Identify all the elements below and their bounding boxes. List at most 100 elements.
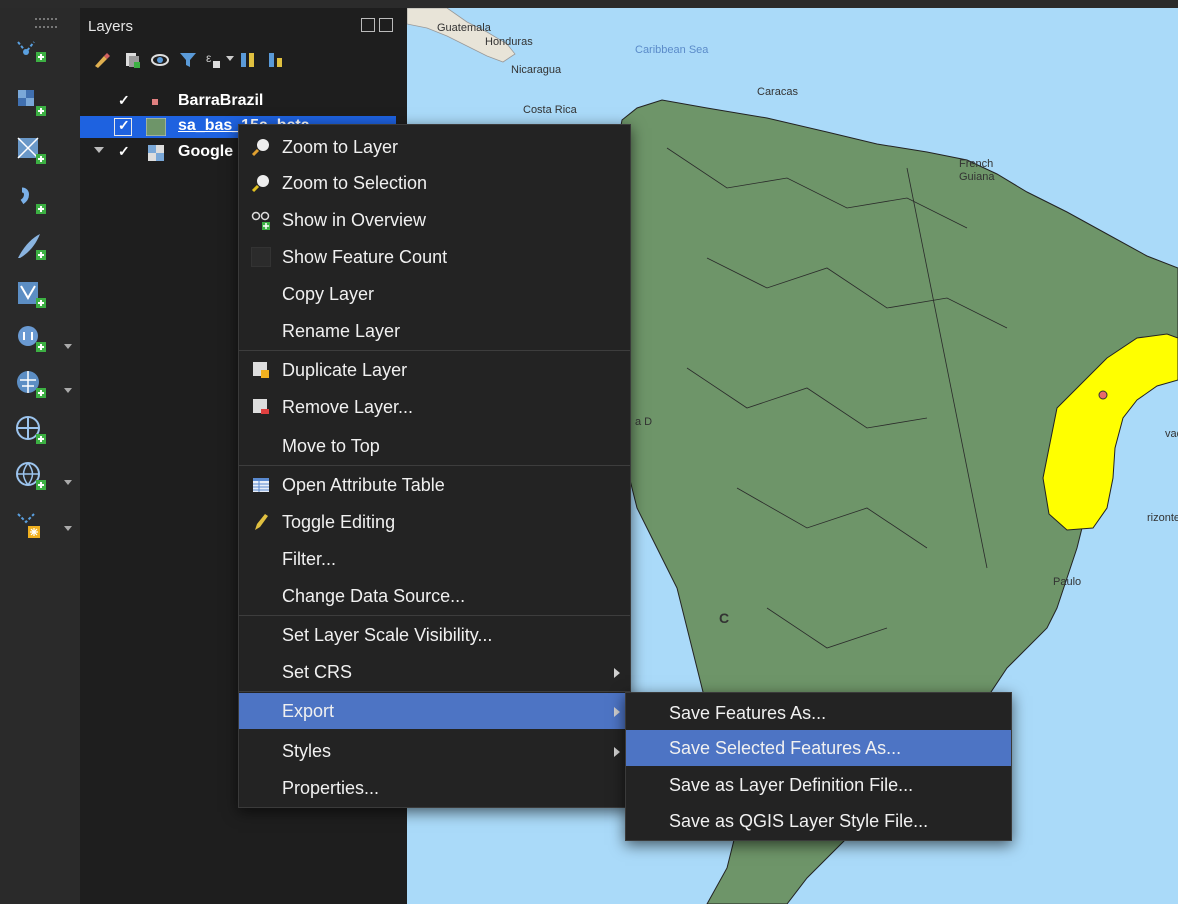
new-temporary-layer-icon[interactable]: [14, 508, 48, 542]
new-layer-icon[interactable]: [14, 32, 48, 66]
submenu-arrow-icon: [614, 707, 620, 717]
menu-separator: [239, 691, 630, 692]
menu-item-toggle-editing[interactable]: Toggle Editing: [239, 504, 630, 540]
add-raster-layer-icon[interactable]: [14, 86, 48, 120]
menu-item-label: Styles: [282, 741, 332, 761]
menu-item-label: Change Data Source...: [282, 586, 466, 606]
submenu-item-save-features-as[interactable]: Save Features As...: [626, 695, 1011, 731]
layer-context-menu: Zoom to Layer Zoom to Selection Show in …: [238, 124, 631, 808]
menu-item-label: Rename Layer: [282, 321, 401, 341]
add-wcs-layer-icon[interactable]: [14, 460, 48, 494]
menu-item-label: Set CRS: [282, 662, 353, 682]
zoom-layer-icon: [251, 139, 269, 157]
submenu-item-save-as-layer-definition-file[interactable]: Save as Layer Definition File...: [626, 767, 1011, 803]
menu-item-set-crs[interactable]: Set CRS: [239, 654, 630, 690]
data-source-toolbar: [0, 8, 81, 904]
postgis-dropdown-arrow[interactable]: [64, 344, 72, 349]
layer-visibility-checkbox[interactable]: ✓: [118, 144, 132, 158]
map-label-horizonte: rizonte: [1147, 512, 1178, 524]
collapse-all-icon[interactable]: [266, 50, 286, 70]
svg-text:ε: ε: [206, 51, 212, 65]
menu-item-label: Zoom to Layer: [282, 137, 399, 157]
submenu-item-label: Save Features As...: [669, 703, 827, 723]
menu-item-set-layer-scale-visibility[interactable]: Set Layer Scale Visibility...: [239, 617, 630, 653]
menu-item-open-attribute-table[interactable]: Open Attribute Table: [239, 467, 630, 503]
duplicate-icon: [253, 362, 269, 378]
menu-item-properties[interactable]: Properties...: [239, 770, 630, 806]
menu-item-styles[interactable]: Styles: [239, 733, 630, 769]
submenu-arrow-icon: [614, 668, 620, 678]
menu-separator: [239, 615, 630, 616]
map-label-paulo: Paulo: [1053, 576, 1082, 588]
layer-row-barrabrazil[interactable]: ✓ BarraBrazil: [80, 91, 396, 113]
menu-item-filter[interactable]: Filter...: [239, 541, 630, 577]
table-icon: [253, 478, 269, 492]
checkmark-icon: ✓: [118, 117, 130, 133]
style-manager-icon[interactable]: [92, 50, 112, 70]
menu-item-label: Duplicate Layer: [282, 360, 408, 380]
point-symbol-icon: [152, 99, 158, 105]
submenu-arrow-icon: [614, 747, 620, 757]
zoom-selection-icon: [251, 175, 269, 193]
close-panel-icon[interactable]: [379, 18, 393, 32]
add-spatialite-icon[interactable]: [14, 230, 48, 264]
menu-item-rename-layer[interactable]: Rename Layer: [239, 313, 630, 349]
checkbox-icon[interactable]: [251, 247, 271, 267]
expand-all-icon[interactable]: [238, 50, 258, 70]
manage-map-themes-icon[interactable]: [150, 50, 170, 70]
menu-item-copy-layer[interactable]: Copy Layer: [239, 276, 630, 312]
menu-item-label: Open Attribute Table: [282, 475, 445, 495]
polygon-symbol-icon: [146, 118, 166, 136]
menu-item-label: Show in Overview: [282, 210, 427, 230]
layer-visibility-checkbox[interactable]: ✓: [118, 93, 132, 107]
menu-separator: [239, 465, 630, 466]
map-label-honduras: Honduras: [485, 36, 533, 48]
expand-arrow-icon[interactable]: [94, 147, 104, 153]
submenu-item-save-selected-features-as[interactable]: Save Selected Features As...: [626, 730, 1011, 766]
map-label-costa-rica: Costa Rica: [523, 104, 577, 116]
submenu-item-save-as-qgis-layer-style-file[interactable]: Save as QGIS Layer Style File...: [626, 803, 1011, 839]
temporary-layer-dropdown-arrow[interactable]: [64, 526, 72, 531]
map-label-guiana: Guiana: [959, 171, 995, 183]
menu-item-label: Filter...: [282, 549, 337, 569]
menu-item-export[interactable]: Export: [239, 693, 630, 729]
menu-item-label: Zoom to Selection: [282, 173, 428, 193]
submenu-item-label: Save Selected Features As...: [669, 738, 902, 758]
add-mesh-layer-icon[interactable]: [14, 134, 48, 168]
filter-legend-icon[interactable]: [178, 50, 198, 70]
add-wfs-layer-icon[interactable]: [14, 414, 48, 448]
map-label-c: C: [719, 610, 730, 626]
menu-item-remove-layer[interactable]: Remove Layer...: [239, 389, 630, 425]
add-postgis-icon[interactable]: [14, 322, 48, 356]
raster-layer-icon: [148, 145, 164, 161]
menu-item-change-data-source[interactable]: Change Data Source...: [239, 578, 630, 614]
menu-item-label: Properties...: [282, 778, 380, 798]
menu-item-show-feature-count[interactable]: Show Feature Count: [239, 239, 630, 275]
map-label-french: French: [959, 158, 994, 170]
wms-dropdown-arrow[interactable]: [64, 388, 72, 393]
menu-item-duplicate-layer[interactable]: Duplicate Layer: [239, 352, 630, 388]
map-label-nicaragua: Nicaragua: [511, 64, 562, 76]
submenu-item-label: Save as QGIS Layer Style File...: [669, 811, 929, 831]
add-wms-layer-icon[interactable]: [14, 368, 48, 402]
wcs-dropdown-arrow[interactable]: [64, 480, 72, 485]
menu-item-label: Export: [282, 701, 335, 721]
map-label-vad: vad: [1165, 428, 1178, 440]
expression-dropdown-arrow[interactable]: [226, 56, 234, 61]
add-delimited-text-icon[interactable]: [14, 184, 48, 218]
filter-by-expression-icon[interactable]: ε: [204, 50, 224, 70]
panel-window-controls: [361, 18, 397, 34]
overview-icon: [251, 211, 270, 230]
map-label-guatemala: Guatemala: [437, 22, 491, 34]
menu-item-zoom-to-selection[interactable]: Zoom to Selection: [239, 165, 630, 201]
add-group-icon[interactable]: [122, 50, 142, 70]
toolbar-grip-handle[interactable]: [35, 18, 57, 28]
menu-item-label: Toggle Editing: [282, 512, 396, 532]
menu-item-show-in-overview[interactable]: Show in Overview: [239, 202, 630, 238]
menu-item-label: Copy Layer: [282, 284, 375, 304]
menu-item-move-to-top[interactable]: Move to Top: [239, 428, 630, 464]
menu-item-zoom-to-layer[interactable]: Zoom to Layer: [239, 129, 630, 165]
pencil-icon: [255, 514, 268, 530]
float-panel-icon[interactable]: [361, 18, 375, 32]
add-virtual-layer-icon[interactable]: [14, 278, 48, 312]
